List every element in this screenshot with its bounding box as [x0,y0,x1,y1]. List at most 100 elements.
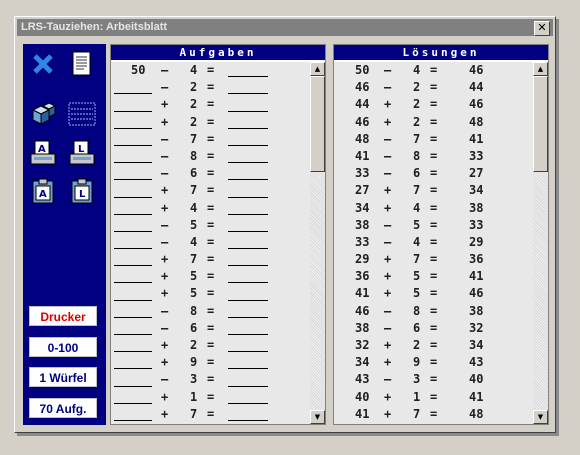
worksheet-window: LRS-Tauziehen: Arbeitsblatt ✕ A L A L Dr… [14,16,556,433]
solution-result: 33 [469,148,484,163]
solution-operand: 2 [413,114,421,129]
solution-operand: 4 [413,63,421,77]
solution-operand: 2 [413,338,421,352]
close-button[interactable]: ✕ [534,21,550,36]
task-row: – 4 = [111,234,310,251]
solution-row: 46 +2 = 48 [334,114,533,131]
task-operand: 9 [190,355,198,370]
solution-row: 29 +7 = 36 [334,251,533,268]
task-equals: = [207,217,215,232]
solution-equals: = [430,252,438,267]
task-equals: = [207,372,215,387]
solutions-scrollbar[interactable]: ▲ ▼ [533,62,548,424]
svg-text:A: A [38,144,46,155]
solutions-scroll-thumb[interactable] [533,76,548,172]
task-answer-blank [228,316,268,318]
grid-button[interactable] [68,100,96,128]
solution-operand: 2 [413,80,421,95]
solution-result: 43 [469,355,484,370]
task-count-button[interactable]: 70 Aufg. [29,398,97,418]
printer-button[interactable]: Drucker [29,306,97,326]
task-equals: = [207,80,215,95]
clipboard-solutions-button[interactable]: L [68,177,96,205]
task-start-blank [114,316,152,318]
task-start-blank [114,127,152,129]
solution-row: 34 +4 = 38 [334,200,533,217]
solution-operand: 7 [413,252,421,267]
task-operator: + [161,97,169,112]
solution-operand: 7 [413,183,421,198]
solution-equals: = [430,80,438,95]
solution-operator: + [384,286,392,301]
task-operator: + [161,406,169,421]
task-operator: – [161,372,169,387]
title-bar[interactable]: LRS-Tauziehen: Arbeitsblatt ✕ [17,19,553,36]
solution-operand: 7 [413,406,421,421]
tasks-scroll-thumb[interactable] [310,76,325,172]
solution-equals: = [430,148,438,163]
solution-start: 50 [355,63,370,77]
tasks-scroll-up-icon[interactable]: ▲ [310,62,325,76]
clipboard-tasks-button[interactable]: A [29,177,57,205]
document-button[interactable] [68,50,96,78]
solution-start: 34 [355,200,370,215]
task-start-blank [114,144,152,146]
task-answer-blank [228,299,268,301]
solution-row: 34 +9 = 43 [334,354,533,371]
solution-operator: – [384,80,392,95]
task-equals: = [207,63,215,77]
solution-equals: = [430,389,438,404]
solution-start: 38 [355,320,370,335]
close-x-button[interactable] [29,50,57,78]
task-start-blank [114,162,152,164]
task-answer-blank [228,144,268,146]
task-row: +7 = [111,251,310,268]
task-equals: = [207,252,215,267]
task-equals: = [207,355,215,370]
cubes-button[interactable] [29,100,57,128]
task-operator: – [161,166,169,181]
task-equals: = [207,97,215,112]
solutions-panel: Lösungen 50–4 = 46 46–2 = 44 44 +2 = 46 46 +2 = 48 48–… [333,44,549,425]
task-operator: – [161,217,169,232]
print-tasks-button[interactable]: A [29,139,57,167]
dice-button[interactable]: 1 Würfel [29,367,97,387]
print-solutions-button[interactable]: L [68,139,96,167]
solution-result: 41 [469,389,484,404]
close-x-icon [33,54,53,74]
solution-equals: = [430,97,438,112]
solution-operand: 8 [413,148,421,163]
solution-row: 27 +7 = 34 [334,182,533,199]
tasks-list: 50–4 = –2 = +2 = +2 = –7 = –8 = –6 = +7 = +4 = –5 = –4 = +7 = +5… [111,62,310,424]
solution-result: 38 [469,200,484,215]
task-operand: 4 [190,63,198,77]
task-operator: + [161,252,169,267]
task-operator: – [161,148,169,163]
solution-start: 38 [355,217,370,232]
solution-result: 48 [469,114,484,129]
solutions-scroll-up-icon[interactable]: ▲ [533,62,548,76]
task-start-blank [114,368,152,370]
solution-operator: + [384,269,392,284]
tasks-scrollbar[interactable]: ▲ ▼ [310,62,325,424]
task-start-blank [114,419,152,421]
task-operand: 4 [190,200,198,215]
solutions-scroll-down-icon[interactable]: ▼ [533,410,548,424]
task-row: +5 = [111,285,310,302]
task-equals: = [207,114,215,129]
solution-operand: 2 [413,97,421,112]
solution-start: 33 [355,234,370,249]
range-button[interactable]: 0-100 [29,337,97,357]
tasks-scroll-down-icon[interactable]: ▼ [310,410,325,424]
solution-equals: = [430,166,438,181]
task-equals: = [207,269,215,284]
svg-text:L: L [79,189,86,200]
solution-operand: 9 [413,355,421,370]
task-start-blank [114,196,152,198]
task-start-blank [114,230,152,232]
solution-row: 41 +7 = 48 [334,406,533,423]
solution-operand: 1 [413,389,421,404]
task-row: +5 = [111,268,310,285]
solution-result: 48 [469,406,484,421]
task-operand: 3 [190,372,198,387]
